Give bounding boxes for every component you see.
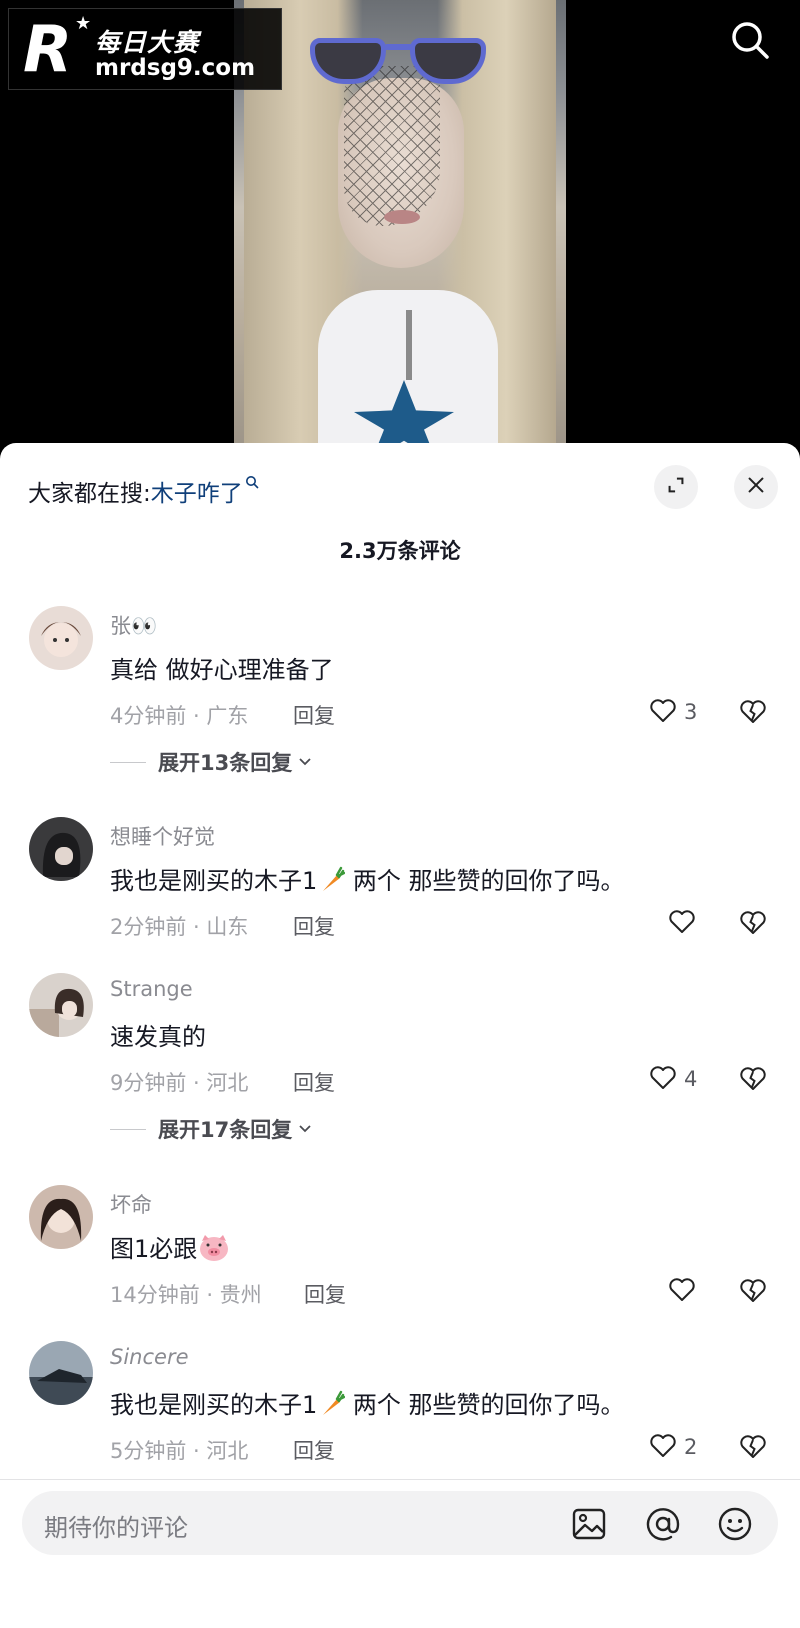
like-button[interactable]: 3 — [648, 696, 697, 728]
comment-text-part: 我也是刚买的木子1 — [110, 867, 318, 895]
comment-username[interactable]: Strange — [110, 977, 193, 1001]
comment-time-location: 4分钟前 · 广东 — [110, 704, 249, 728]
comment-time-location: 2分钟前 · 山东 — [110, 915, 249, 939]
trending-keyword[interactable]: 木子咋了 — [151, 481, 243, 507]
chevron-down-icon — [298, 1117, 312, 1141]
comment-text-part: 我也是刚买的木子1 — [110, 1391, 318, 1419]
input-divider — [0, 1479, 800, 1480]
emoji-icon[interactable] — [716, 1505, 754, 1543]
heart-icon — [667, 1274, 697, 1308]
expand-replies-label: 展开13条回复 — [158, 751, 293, 775]
small-search-icon — [245, 469, 259, 489]
comment-text: 速发真的 — [110, 1023, 206, 1051]
video-zipper — [406, 310, 412, 380]
heart-icon — [667, 906, 697, 940]
comment-username[interactable]: 坏命 — [110, 1189, 152, 1219]
trending-prefix: 大家都在搜: — [28, 481, 151, 507]
expand-divider — [110, 1128, 146, 1130]
carrot-icon — [317, 865, 346, 893]
comment-time-location: 9分钟前 · 河北 — [110, 1071, 249, 1095]
comment-text: 我也是刚买的木子1 两个 那些赞的回你了吗。 — [110, 1385, 625, 1420]
heart-icon — [648, 1430, 678, 1464]
broken-heart-icon — [738, 1435, 768, 1465]
comment-username[interactable]: 张👀 — [110, 610, 157, 640]
watermark-star-icon: ★ — [75, 13, 92, 34]
broken-heart-icon — [738, 700, 768, 730]
expand-divider — [110, 761, 146, 763]
video-frame — [234, 0, 566, 460]
reply-button[interactable]: 回复 — [293, 700, 335, 730]
comment-text-part: 两个 那些赞的回你了吗。 — [345, 1391, 625, 1419]
at-icon[interactable] — [644, 1505, 682, 1543]
video-lips — [384, 210, 420, 224]
like-count: 2 — [684, 1435, 698, 1459]
close-sheet-button[interactable] — [734, 465, 778, 509]
comment-text: 真给 做好心理准备了 — [110, 656, 334, 684]
dislike-button[interactable] — [738, 907, 770, 939]
chevron-down-icon — [298, 750, 312, 774]
avatar[interactable] — [29, 606, 93, 670]
reply-button[interactable]: 回复 — [293, 911, 335, 941]
sunglasses — [306, 34, 490, 92]
broken-heart-icon — [738, 1067, 768, 1097]
watermark-logo: R ★ 每日大赛 mrdsg9.com — [8, 8, 282, 90]
comment-time-location: 14分钟前 · 贵州 — [110, 1283, 262, 1307]
like-button[interactable] — [667, 1275, 697, 1307]
comment-username[interactable]: Sincere — [110, 1345, 189, 1369]
expand-replies[interactable]: 展开13条回复 — [110, 747, 312, 777]
watermark-letter: R — [23, 13, 73, 87]
reply-button[interactable]: 回复 — [293, 1067, 335, 1097]
comment-input[interactable]: 期待你的评论 — [22, 1491, 778, 1555]
avatar[interactable] — [29, 1341, 93, 1405]
comment-username[interactable]: 想睡个好觉 — [110, 821, 215, 851]
comment-count: 2.3万条评论 — [339, 539, 461, 563]
expand-replies[interactable]: 展开17条回复 — [110, 1114, 312, 1144]
like-count: 4 — [684, 1067, 698, 1091]
avatar[interactable] — [29, 817, 93, 881]
heart-icon — [648, 1062, 678, 1096]
comment-text: 图1必跟 — [110, 1229, 231, 1264]
watermark-url: mrdsg9.com — [95, 55, 256, 81]
comment-text-part: 图1必跟 — [110, 1235, 198, 1263]
heart-icon — [648, 695, 678, 729]
like-button[interactable] — [667, 907, 697, 939]
dislike-button[interactable] — [738, 1431, 770, 1463]
pig-face-icon — [197, 1233, 231, 1263]
search-icon[interactable] — [728, 18, 772, 62]
dislike-button[interactable] — [738, 696, 770, 728]
avatar[interactable] — [29, 1185, 93, 1249]
like-count: 3 — [684, 700, 698, 724]
dislike-button[interactable] — [738, 1275, 770, 1307]
broken-heart-icon — [738, 1279, 768, 1309]
comment-text-part: 两个 那些赞的回你了吗。 — [345, 867, 625, 895]
close-icon — [745, 474, 767, 500]
comment-input-placeholder: 期待你的评论 — [44, 1514, 188, 1542]
comment-time-location: 5分钟前 · 河北 — [110, 1439, 249, 1463]
image-icon[interactable] — [570, 1505, 608, 1543]
comment-text: 我也是刚买的木子1 两个 那些赞的回你了吗。 — [110, 861, 625, 896]
reply-button[interactable]: 回复 — [304, 1279, 346, 1309]
video-player[interactable]: R ★ 每日大赛 mrdsg9.com — [0, 0, 800, 460]
broken-heart-icon — [738, 911, 768, 941]
comments-sheet: 大家都在搜:木子咋了 2.3万条评论 张👀 真给 做好心理准备了 4分钟前 · … — [0, 443, 800, 1628]
trending-search[interactable]: 大家都在搜:木子咋了 — [28, 469, 259, 508]
expand-replies-label: 展开17条回复 — [158, 1118, 293, 1142]
avatar[interactable] — [29, 973, 93, 1037]
watermark-name: 每日大赛 — [95, 28, 200, 57]
carrot-icon — [317, 1389, 346, 1417]
like-button[interactable]: 4 — [648, 1063, 697, 1095]
expand-arrows-icon — [665, 474, 687, 500]
dislike-button[interactable] — [738, 1063, 770, 1095]
expand-sheet-button[interactable] — [654, 465, 698, 509]
like-button[interactable]: 2 — [648, 1431, 697, 1463]
reply-button[interactable]: 回复 — [293, 1435, 335, 1465]
